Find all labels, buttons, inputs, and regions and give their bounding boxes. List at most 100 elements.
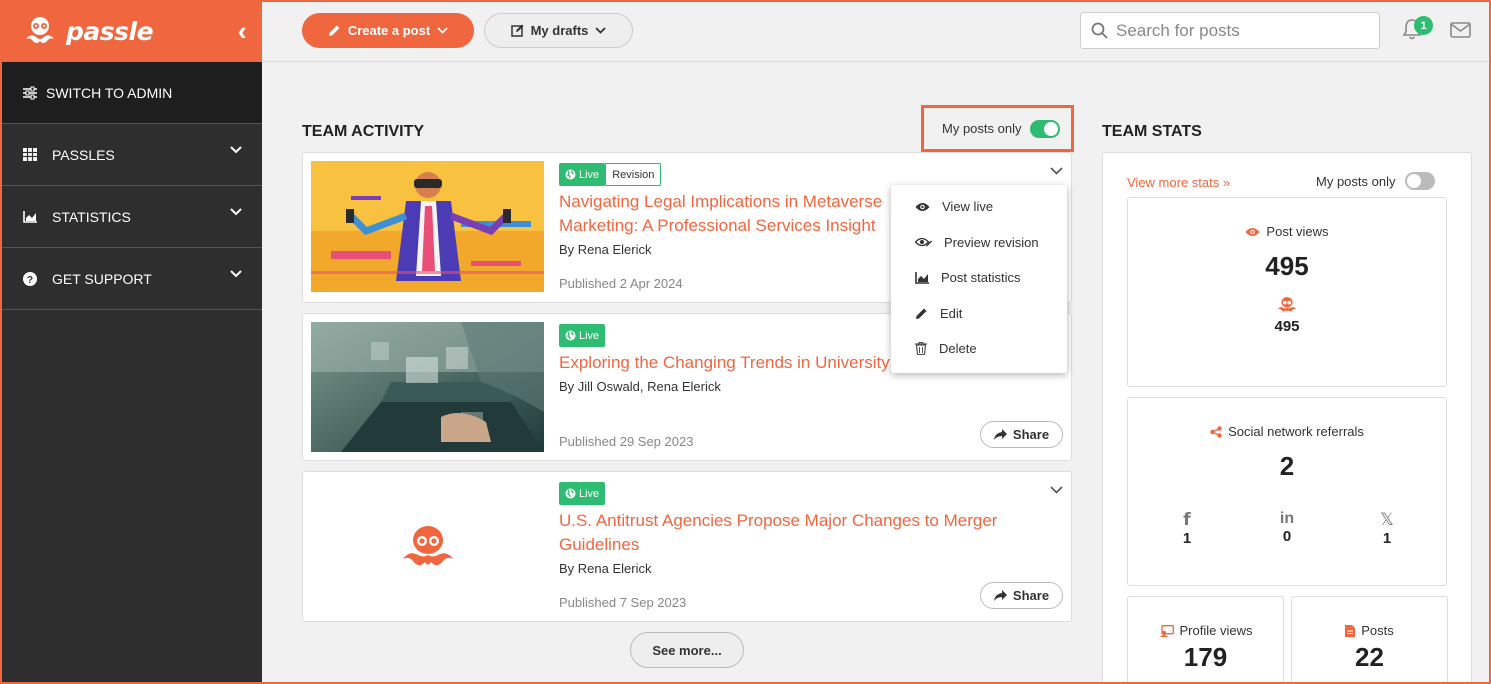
- social-referrals-value: 2: [1279, 451, 1295, 481]
- share-label: Share: [1012, 588, 1050, 603]
- menu-item-label: View live: [942, 199, 994, 215]
- team-stats-panel: View more stats » My posts only Post vie…: [1102, 152, 1472, 684]
- passle-octopus-icon: [1128, 296, 1446, 318]
- menu-item-post-statistics[interactable]: Post statistics: [891, 260, 1067, 296]
- post-thumbnail-default[interactable]: [311, 480, 544, 611]
- menu-item-view-live[interactable]: View live: [891, 189, 1067, 225]
- x-stat: 𝕏 1: [1357, 510, 1417, 547]
- menu-item-edit[interactable]: Edit: [891, 296, 1067, 332]
- topbar: Create a post My drafts 1: [262, 0, 1491, 62]
- menu-item-label: Preview revision: [944, 234, 1039, 250]
- sidebar-item-statistics[interactable]: STATISTICS: [0, 186, 262, 248]
- social-referrals-label-row: Social network referrals: [1128, 424, 1446, 439]
- sidebar-item-label: STATISTICS: [52, 208, 131, 225]
- chart-icon: [915, 271, 929, 284]
- post-date: Published 7 Sep 2023: [559, 595, 687, 610]
- profile-views-label-row: Profile views: [1128, 623, 1283, 638]
- posts-label-row: Posts: [1292, 623, 1447, 638]
- switch-admin-label: SWITCH TO ADMIN: [46, 84, 173, 101]
- notification-badge: 1: [1414, 16, 1433, 35]
- sidebar-item-get-support[interactable]: ? GET SUPPORT: [0, 248, 262, 310]
- my-drafts-label: My drafts: [530, 23, 589, 38]
- menu-item-preview-revision[interactable]: Preview revision: [891, 225, 1067, 261]
- post-thumbnail-metaverse[interactable]: [311, 161, 544, 292]
- passle-views-value: 495: [1274, 318, 1300, 335]
- see-more-button[interactable]: See more...: [630, 632, 744, 668]
- menu-item-label: Delete: [939, 341, 977, 357]
- posts-value: 22: [1355, 642, 1384, 672]
- question-icon: ?: [22, 271, 38, 286]
- post-views-label-row: Post views: [1128, 224, 1446, 239]
- facebook-stat: f 1: [1157, 510, 1217, 547]
- sidebar-item-label: GET SUPPORT: [52, 270, 152, 287]
- profile-views-box: Profile views 179: [1127, 596, 1284, 684]
- passle-octopus-icon: [402, 525, 453, 565]
- stats-my-posts-only-container: My posts only: [1316, 172, 1436, 190]
- chevron-down-icon: [230, 270, 242, 278]
- sidebar-item-passles[interactable]: PASSLES: [0, 124, 262, 186]
- sliders-icon: [22, 86, 38, 100]
- post-views-label: Post views: [1266, 224, 1329, 239]
- logo-text: passle: [66, 16, 154, 46]
- logo-bar: passle ‹‹: [0, 0, 262, 62]
- x-value: 1: [1382, 530, 1392, 547]
- post-thumbnail-university[interactable]: [311, 322, 544, 452]
- live-label: Live: [579, 168, 600, 181]
- my-posts-only-toggle[interactable]: [1030, 119, 1061, 138]
- search-icon: [1091, 22, 1108, 39]
- post-card: Live U.S. Antitrust Agencies Propose Maj…: [302, 471, 1072, 622]
- post-date: Published 2 Apr 2024: [559, 276, 683, 291]
- my-drafts-button[interactable]: My drafts: [484, 13, 633, 48]
- social-referrals-box: Social network referrals 2 f 1 in 0 𝕏 1: [1127, 397, 1447, 586]
- live-badge: Live: [559, 482, 606, 505]
- stats-my-posts-only-toggle[interactable]: [1405, 172, 1436, 190]
- view-more-stats-link[interactable]: View more stats »: [1127, 175, 1230, 190]
- mail-icon[interactable]: [1450, 22, 1471, 38]
- grid-icon: [22, 148, 38, 161]
- x-icon: 𝕏: [1380, 510, 1394, 529]
- share-arrow-icon: [993, 429, 1007, 440]
- live-badge: Live: [559, 163, 606, 186]
- trash-icon: [915, 342, 927, 356]
- team-activity-title: TEAM ACTIVITY: [302, 123, 425, 140]
- post-title[interactable]: U.S. Antitrust Agencies Propose Major Ch…: [559, 509, 1019, 557]
- pencil-icon: [916, 308, 927, 319]
- live-label: Live: [579, 329, 600, 342]
- post-status-badges: Live Revision: [559, 163, 1059, 186]
- live-label: Live: [579, 487, 600, 500]
- posts-label: Posts: [1361, 623, 1394, 638]
- profile-card-icon: [1159, 624, 1174, 637]
- live-badge: Live: [559, 324, 606, 347]
- svg-text:?: ?: [27, 275, 33, 286]
- chevron-down-icon[interactable]: [1050, 167, 1063, 175]
- share-button[interactable]: Share: [980, 421, 1063, 448]
- globe-icon: [565, 169, 576, 180]
- sidebar: passle ‹‹ SWITCH TO ADMIN PASSLES STATIS…: [0, 0, 262, 684]
- social-referrals-label: Social network referrals: [1228, 424, 1364, 439]
- post-title[interactable]: Exploring the Changing Trends in Univers…: [559, 351, 899, 375]
- post-date: Published 29 Sep 2023: [559, 434, 694, 449]
- chevron-down-icon: [230, 208, 242, 216]
- chevron-down-icon[interactable]: [1050, 486, 1063, 494]
- switch-to-admin-button[interactable]: SWITCH TO ADMIN: [0, 62, 262, 124]
- globe-icon: [565, 488, 576, 499]
- search-input[interactable]: [1116, 20, 1366, 41]
- eye-pencil-icon: [915, 237, 932, 247]
- eye-icon: [1245, 227, 1260, 236]
- post-title[interactable]: Navigating Legal Implications in Metaver…: [559, 190, 899, 238]
- edit-square-icon: [510, 24, 524, 37]
- menu-item-label: Edit: [940, 305, 963, 321]
- post-author: By Jill Oswald, Rena Elerick: [559, 379, 721, 394]
- search-box: [1080, 12, 1380, 49]
- create-post-button[interactable]: Create a post: [302, 13, 474, 48]
- my-posts-only-label: My posts only: [942, 121, 1022, 136]
- share-button[interactable]: Share: [980, 582, 1063, 609]
- stats-my-posts-only-label: My posts only: [1316, 173, 1396, 189]
- chevron-down-icon: [437, 27, 448, 34]
- linkedin-icon: in: [1279, 510, 1295, 527]
- facebook-icon: f: [1183, 510, 1191, 530]
- facebook-value: 1: [1182, 530, 1192, 547]
- menu-item-delete[interactable]: Delete: [891, 331, 1067, 367]
- revision-badge: Revision: [605, 163, 662, 186]
- share-nodes-icon: [1210, 425, 1222, 438]
